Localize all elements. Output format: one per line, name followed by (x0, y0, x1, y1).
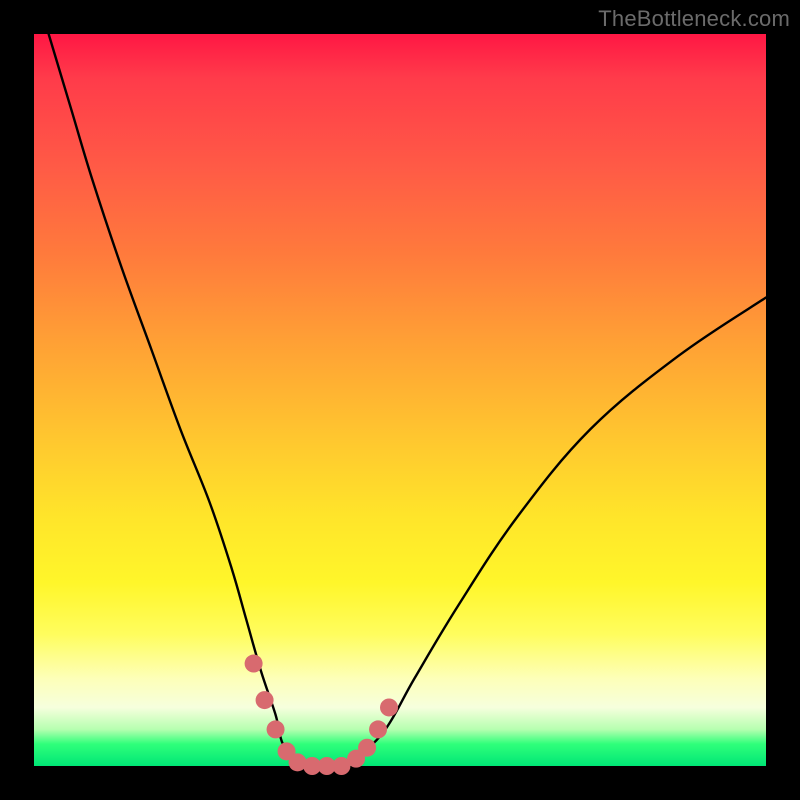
overlay-dot (267, 720, 285, 738)
overlay-dot (245, 655, 263, 673)
chart-stage: TheBottleneck.com (0, 0, 800, 800)
chart-svg (34, 34, 766, 766)
overlay-dot (358, 739, 376, 757)
overlay-dot (256, 691, 274, 709)
overlay-dot (369, 720, 387, 738)
highlighted-range-dots (245, 655, 398, 775)
plot-area (34, 34, 766, 766)
bottleneck-curve (49, 34, 766, 767)
overlay-dot (380, 698, 398, 716)
watermark-text: TheBottleneck.com (598, 6, 790, 32)
